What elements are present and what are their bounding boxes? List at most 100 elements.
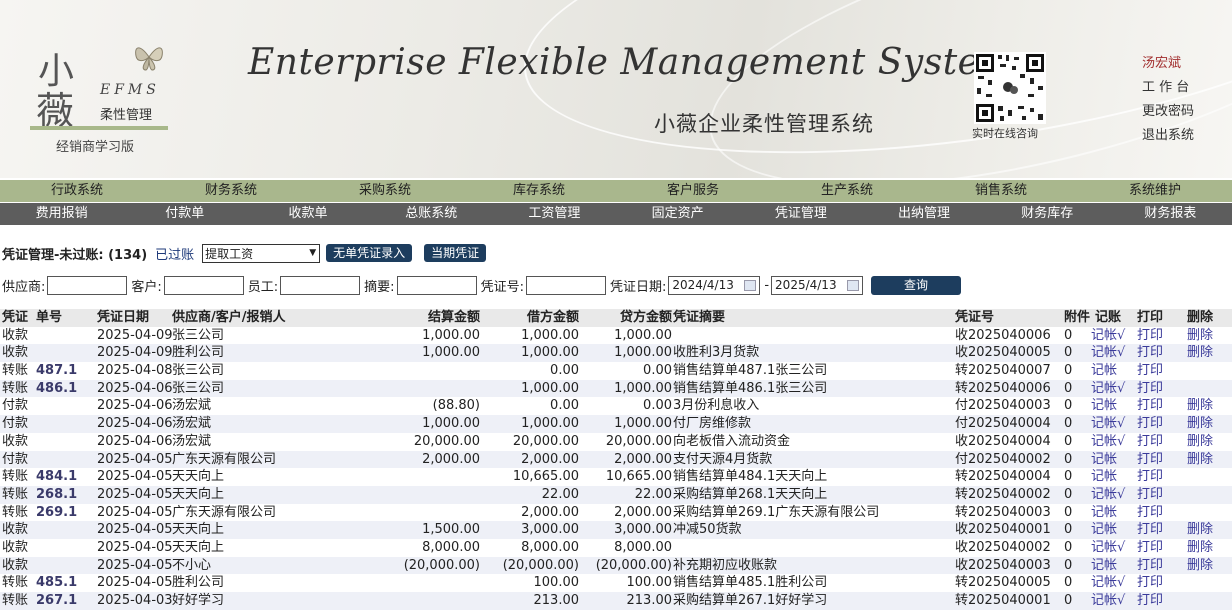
print-link[interactable]: 打印 (1137, 504, 1163, 522)
date-to-input[interactable]: 2025/4/13 (771, 275, 864, 295)
voucher-no-input[interactable] (525, 275, 606, 295)
cell-debit-amount: 213.00 (533, 593, 580, 608)
nav-inventory[interactable]: 库存系统 (462, 180, 616, 202)
delete-link[interactable]: 删除 (1187, 521, 1213, 539)
subnav-expense[interactable]: 费用报销 (0, 203, 123, 225)
current-period-button[interactable]: 当期凭证 (424, 244, 487, 262)
subnav-receipt[interactable]: 收款单 (246, 203, 369, 225)
post-link[interactable]: 记帐 (1091, 397, 1117, 415)
post-link[interactable]: 记帐√ (1091, 327, 1125, 345)
post-link[interactable]: 记帐 (1091, 521, 1117, 539)
print-link[interactable]: 打印 (1137, 451, 1163, 469)
print-link[interactable]: 打印 (1137, 557, 1163, 575)
posted-link[interactable]: 已过账 (155, 244, 194, 263)
post-link[interactable]: 记帐√ (1091, 592, 1125, 610)
post-link[interactable]: 记帐√ (1091, 486, 1125, 504)
date-separator: - (764, 277, 770, 293)
summary-label: 摘要: (364, 279, 395, 295)
cell-order-no[interactable]: 485.1 (36, 574, 77, 592)
template-select[interactable]: 提取工资 ▼ (202, 243, 321, 263)
cell-order-no[interactable]: 484.1 (36, 468, 77, 486)
cell-voucher-no: 付2025040003 (955, 398, 1051, 414)
nav-production[interactable]: 生产系统 (770, 180, 924, 202)
print-link[interactable]: 打印 (1137, 574, 1163, 592)
post-link[interactable]: 记帐√ (1091, 539, 1125, 557)
cell-debit-amount: 2,000.00 (521, 451, 579, 467)
print-link[interactable]: 打印 (1137, 521, 1163, 539)
employee-input[interactable] (280, 275, 361, 295)
voucher-table: 凭证 单号 凭证日期 供应商/客户/报销人 结算金额 借方金额 贷方金额 凭证摘… (0, 309, 1232, 610)
delete-link[interactable]: 删除 (1187, 433, 1213, 451)
calendar-icon[interactable] (744, 279, 757, 291)
cell-debit-amount: 100.00 (533, 575, 580, 591)
cell-party: 广东天源有限公司 (172, 451, 277, 467)
post-link[interactable]: 记帐 (1091, 451, 1117, 469)
nav-admin[interactable]: 行政系统 (0, 180, 154, 202)
cell-order-no[interactable]: 486.1 (36, 380, 77, 398)
delete-link[interactable]: 删除 (1187, 327, 1213, 345)
subnav-payment[interactable]: 付款单 (123, 203, 246, 225)
print-link[interactable]: 打印 (1137, 486, 1163, 504)
cell-order-no[interactable]: 487.1 (36, 362, 77, 380)
post-link[interactable]: 记帐 (1091, 557, 1117, 575)
nav-maintenance[interactable]: 系统维护 (1078, 180, 1232, 202)
post-link[interactable]: 记帐√ (1091, 380, 1125, 398)
nav-purchase[interactable]: 采购系统 (308, 180, 462, 202)
nav-sales[interactable]: 销售系统 (924, 180, 1078, 202)
cell-order-no[interactable]: 267.1 (36, 592, 77, 610)
print-link[interactable]: 打印 (1137, 327, 1163, 345)
delete-link[interactable]: 删除 (1187, 539, 1213, 557)
subnav-cashier[interactable]: 出纳管理 (862, 203, 985, 225)
nav-customer-service[interactable]: 客户服务 (616, 180, 770, 202)
print-link[interactable]: 打印 (1137, 344, 1163, 362)
print-link[interactable]: 打印 (1137, 415, 1163, 433)
workbench-link[interactable]: 工 作 台 (1142, 76, 1194, 100)
subnav-vouchers[interactable]: 凭证管理 (739, 203, 862, 225)
print-link[interactable]: 打印 (1137, 380, 1163, 398)
query-button[interactable]: 查询 (871, 275, 962, 295)
subnav-ledger[interactable]: 总账系统 (370, 203, 493, 225)
print-link[interactable]: 打印 (1137, 397, 1163, 415)
date-from-input[interactable]: 2024/4/13 (668, 275, 761, 295)
cell-credit-amount: 1,000.00 (614, 327, 672, 343)
change-password-link[interactable]: 更改密码 (1142, 100, 1194, 124)
cell-settle-amount: 1,500.00 (422, 522, 480, 538)
cell-credit-amount: 8,000.00 (614, 539, 672, 555)
cell-order-no[interactable]: 268.1 (36, 486, 77, 504)
user-name-link[interactable]: 汤宏斌 (1142, 52, 1194, 76)
subnav-finance-inventory[interactable]: 财务库存 (986, 203, 1109, 225)
logout-link[interactable]: 退出系统 (1142, 124, 1194, 148)
print-link[interactable]: 打印 (1137, 468, 1163, 486)
post-link[interactable]: 记帐√ (1091, 344, 1125, 362)
post-link[interactable]: 记帐 (1091, 362, 1117, 380)
post-link[interactable]: 记帐√ (1091, 433, 1125, 451)
print-link[interactable]: 打印 (1137, 362, 1163, 380)
cell-party: 天天向上 (172, 522, 225, 538)
customer-input[interactable] (163, 275, 244, 295)
cell-type: 付款 (2, 451, 29, 467)
supplier-input[interactable] (47, 275, 128, 295)
subnav-fixed-assets[interactable]: 固定资产 (616, 203, 739, 225)
print-link[interactable]: 打印 (1137, 433, 1163, 451)
cell-order-no[interactable]: 269.1 (36, 504, 77, 522)
post-link[interactable]: 记帐√ (1091, 574, 1125, 592)
no-doc-voucher-button[interactable]: 无单凭证录入 (326, 244, 413, 262)
delete-link[interactable]: 删除 (1187, 451, 1213, 469)
subnav-payroll[interactable]: 工资管理 (493, 203, 616, 225)
delete-link[interactable]: 删除 (1187, 557, 1213, 575)
delete-link[interactable]: 删除 (1187, 415, 1213, 433)
summary-input[interactable] (396, 275, 477, 295)
post-link[interactable]: 记帐 (1091, 468, 1117, 486)
table-row: 转账 487.1 2025-04-08 张三公司 0.00 0.00 销售结算单487.1张… (0, 362, 1232, 380)
print-link[interactable]: 打印 (1137, 592, 1163, 610)
calendar-icon[interactable] (847, 279, 860, 291)
delete-link[interactable]: 删除 (1187, 344, 1213, 362)
delete-link[interactable]: 删除 (1187, 397, 1213, 415)
cell-attachments: 0 (1064, 433, 1073, 449)
print-link[interactable]: 打印 (1137, 539, 1163, 557)
post-link[interactable]: 记帐 (1091, 504, 1117, 522)
nav-finance[interactable]: 财务系统 (154, 180, 308, 202)
cell-summary: 付厂房维修款 (673, 416, 752, 432)
post-link[interactable]: 记帐√ (1091, 415, 1125, 433)
subnav-reports[interactable]: 财务报表 (1109, 203, 1232, 225)
